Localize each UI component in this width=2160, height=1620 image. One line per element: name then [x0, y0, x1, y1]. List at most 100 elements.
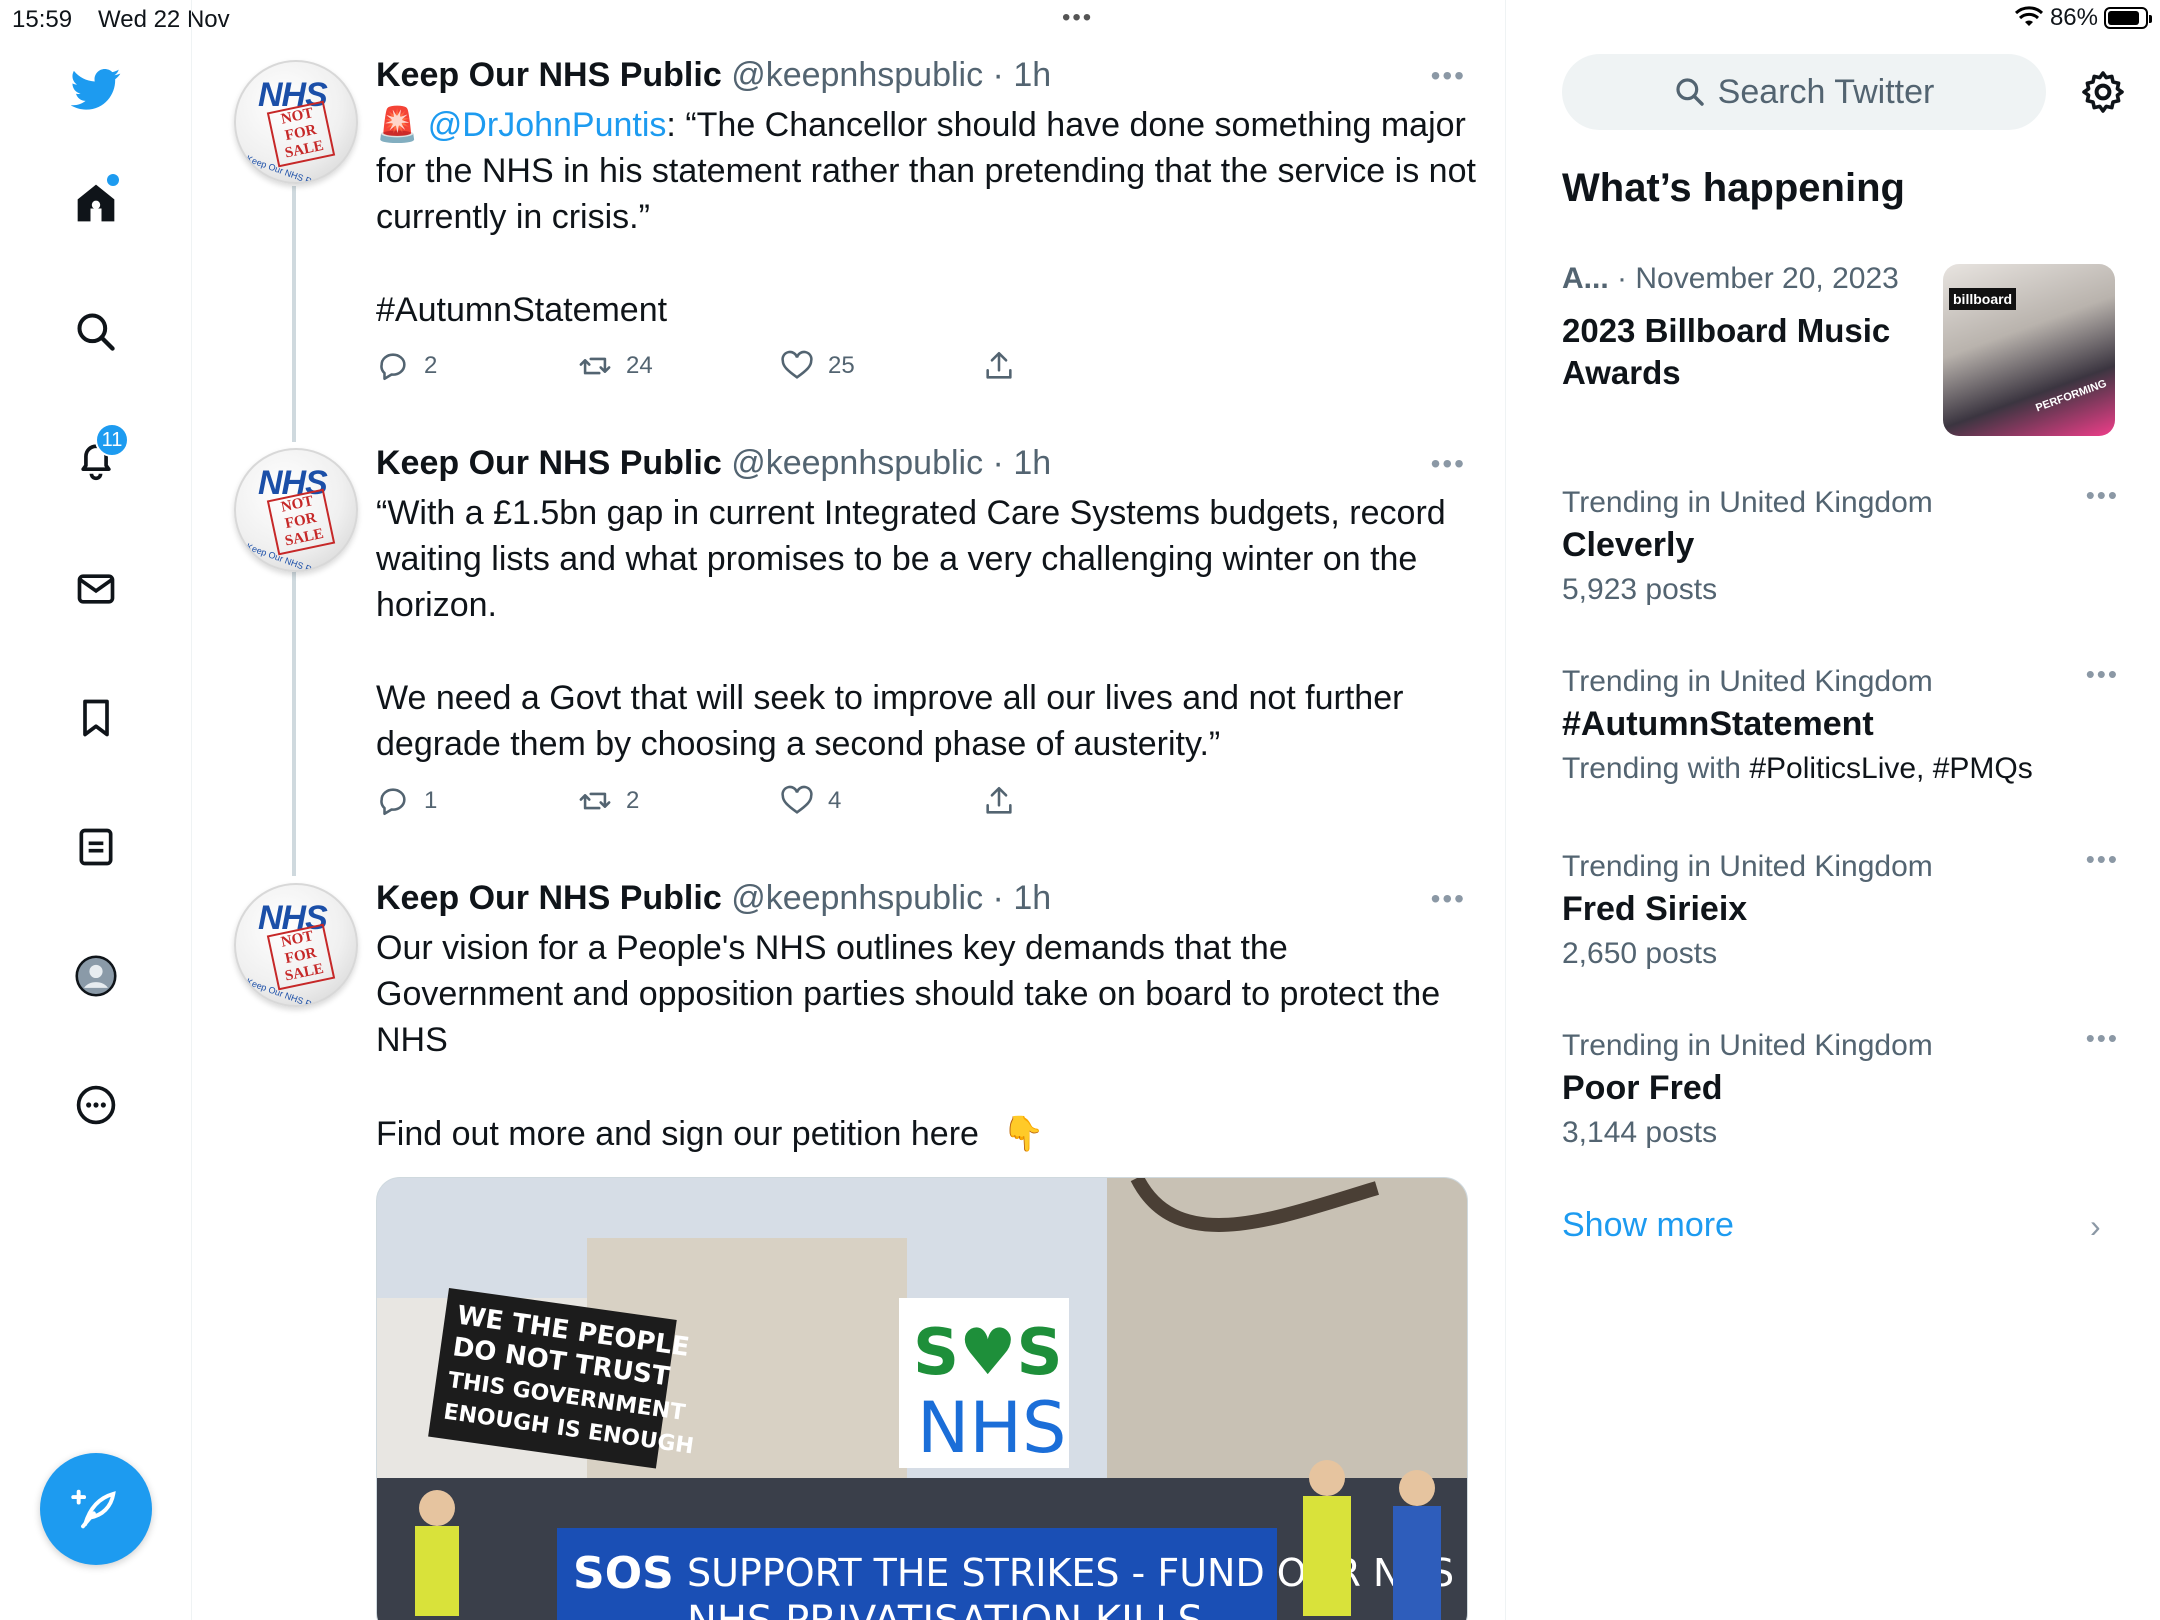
mail-icon[interactable] — [71, 564, 121, 614]
trend-posts: 5,923 posts — [1562, 573, 1718, 606]
trend-item[interactable]: Trending in United Kingdom Cleverly 5,92… — [1562, 480, 2122, 607]
protest-photo: WE THE PEOPLE DO NOT TRUST THIS GOVERNME… — [377, 1178, 1467, 1620]
tweet-header: Keep Our NHS Public @keepnhspublic · 1h — [376, 56, 1051, 95]
trend-item[interactable]: Trending in United Kingdom Fred Sirieix … — [1562, 844, 2122, 971]
more-circle-icon[interactable] — [71, 1080, 121, 1130]
trend-title: Poor Fred — [1562, 1069, 1723, 1107]
thread-connector — [292, 186, 296, 442]
tweet-media-image[interactable]: WE THE PEOPLE DO NOT TRUST THIS GOVERNME… — [376, 1177, 1468, 1620]
search-icon — [1676, 78, 1704, 106]
retweet-button[interactable]: 24 — [578, 349, 653, 383]
tweet-header: Keep Our NHS Public @keepnhspublic · 1h — [376, 879, 1051, 918]
share-button[interactable] — [982, 784, 1016, 818]
tweet-actions: 1 2 4 — [376, 784, 1076, 824]
trend-context: Trending in United Kingdom — [1562, 1029, 1933, 1062]
tweet-more-button[interactable]: ••• — [1431, 883, 1466, 915]
notifications-badge: 11 — [95, 423, 129, 457]
trend-more-button[interactable]: ••• — [2086, 480, 2119, 511]
tweet-more-button[interactable]: ••• — [1431, 448, 1466, 480]
event-card[interactable]: A... · November 20, 2023 2023 Billboard … — [1562, 262, 2122, 442]
retweet-count: 2 — [626, 787, 640, 814]
bookmark-icon[interactable] — [71, 693, 121, 743]
like-button[interactable]: 25 — [780, 349, 855, 383]
trend-context: Trending in United Kingdom — [1562, 850, 1933, 883]
chevron-right-icon: › — [2090, 1208, 2101, 1244]
left-navigation: 11 — [0, 0, 192, 1620]
trend-title: Cleverly — [1562, 526, 1695, 564]
like-button[interactable]: 4 — [780, 784, 841, 818]
retweet-icon — [579, 792, 611, 810]
svg-text:NHS: NHS — [917, 1387, 1066, 1469]
event-title: 2023 Billboard Music Awards — [1562, 312, 1891, 391]
trend-context: Trending in United Kingdom — [1562, 486, 1933, 519]
search-icon[interactable] — [71, 307, 121, 357]
author-handle[interactable]: @keepnhspublic — [731, 56, 983, 94]
trend-title: #AutumnStatement — [1562, 705, 1874, 743]
heart-icon — [781, 350, 813, 379]
tweet-text-para2: We need a Govt that will seek to improve… — [376, 679, 1404, 763]
trend-subtitle: Trending with #PoliticsLive, #PMQs — [1562, 752, 2033, 785]
twitter-logo-icon[interactable] — [71, 64, 121, 114]
tweet-time[interactable]: · 1h — [993, 444, 1052, 482]
search-placeholder: Search Twitter — [1717, 72, 1935, 111]
trend-title: Fred Sirieix — [1562, 890, 1748, 928]
reply-button[interactable]: 2 — [376, 349, 437, 383]
banner-text-support: SOS — [573, 1548, 674, 1599]
compose-tweet-button[interactable] — [40, 1453, 152, 1565]
reply-count: 2 — [424, 352, 438, 379]
retweet-count: 24 — [626, 352, 653, 379]
author-handle[interactable]: @keepnhspublic — [731, 444, 983, 482]
tweet-time[interactable]: · 1h — [993, 879, 1052, 917]
show-more-link[interactable]: Show more — [1562, 1206, 1734, 1245]
timeline: NHS NOT FOR SALE Keep Our NHS Public Kee… — [192, 0, 1506, 1620]
tweet-time[interactable]: · 1h — [993, 56, 1052, 94]
event-thumbnail: billboard PERFORMING — [1943, 264, 2115, 436]
tweet-more-button[interactable]: ••• — [1431, 60, 1466, 92]
thumb-caption: PERFORMING — [2034, 377, 2109, 415]
tweet-actions: 2 24 25 — [376, 349, 1076, 389]
author-name[interactable]: Keep Our NHS Public — [376, 879, 722, 917]
trend-item[interactable]: Trending in United Kingdom Poor Fred 3,1… — [1562, 1023, 2122, 1150]
tweet-text-para2: Find out more and sign our petition here… — [376, 1115, 1045, 1153]
heart-icon — [781, 785, 813, 814]
battery-icon — [2104, 7, 2152, 29]
retweet-button[interactable]: 2 — [578, 784, 639, 818]
home-notification-dot — [107, 174, 119, 186]
share-button[interactable] — [982, 349, 1016, 383]
wifi-icon — [2014, 6, 2043, 26]
author-avatar[interactable]: NHS NOT FOR SALE Keep Our NHS Public — [234, 883, 358, 1007]
author-name[interactable]: Keep Our NHS Public — [376, 444, 722, 482]
search-input[interactable]: Search Twitter — [1562, 54, 2046, 130]
trend-context: Trending in United Kingdom — [1562, 665, 1933, 698]
feather-plus-icon — [71, 1489, 116, 1529]
gear-icon[interactable] — [2079, 68, 2127, 116]
pointing-down-emoji: 👇 — [1002, 1115, 1045, 1153]
author-handle[interactable]: @keepnhspublic — [731, 879, 983, 917]
trend-more-button[interactable]: ••• — [2086, 844, 2119, 875]
trend-related-tags[interactable]: #PoliticsLive, #PMQs — [1749, 752, 2032, 785]
battery-percent: 86% — [2049, 4, 2098, 31]
reply-button[interactable]: 1 — [376, 784, 437, 818]
trend-more-button[interactable]: ••• — [2086, 1023, 2119, 1054]
event-date: · November 20, 2023 — [1617, 262, 1899, 295]
author-avatar[interactable]: NHS NOT FOR SALE Keep Our NHS Public — [234, 60, 358, 184]
like-count: 4 — [828, 787, 842, 814]
retweet-icon — [579, 357, 611, 375]
reply-icon — [380, 353, 406, 381]
bell-icon[interactable]: 11 — [71, 423, 129, 485]
share-icon — [986, 351, 1012, 379]
home-icon[interactable] — [71, 174, 121, 228]
siren-emoji: 🚨 — [376, 106, 419, 144]
mention-link[interactable]: @DrJohnPuntis — [428, 106, 667, 144]
profile-avatar-icon[interactable] — [71, 951, 121, 1001]
trend-more-button[interactable]: ••• — [2086, 659, 2119, 690]
trend-item[interactable]: Trending in United Kingdom #AutumnStatem… — [1562, 659, 2122, 786]
hashtag-link[interactable]: #AutumnStatement — [376, 287, 1476, 333]
author-avatar[interactable]: NHS NOT FOR SALE Keep Our NHS Public — [234, 448, 358, 572]
author-name[interactable]: Keep Our NHS Public — [376, 56, 722, 94]
list-icon[interactable] — [71, 822, 121, 872]
trend-posts: 2,650 posts — [1562, 937, 1718, 970]
trend-posts: 3,144 posts — [1562, 1116, 1718, 1149]
whats-happening-heading: What’s happening — [1562, 166, 1905, 210]
status-right: 86% — [2014, 4, 2152, 32]
